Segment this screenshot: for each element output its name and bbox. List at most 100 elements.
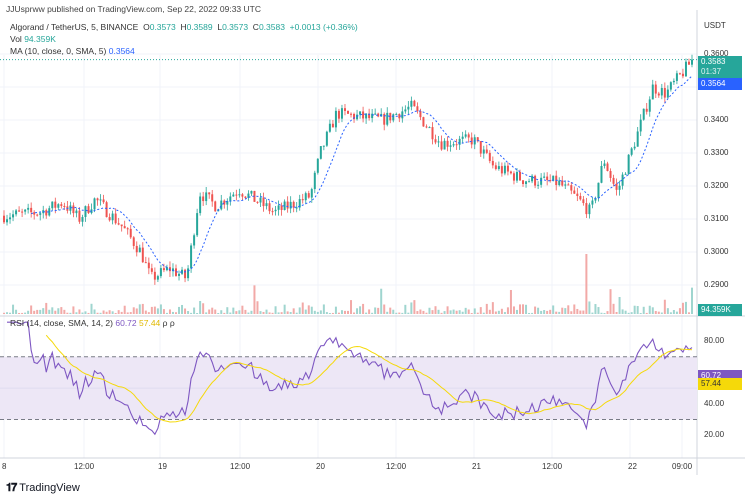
candle-body (78, 210, 81, 222)
volume-bar (202, 303, 205, 314)
price-tick: 0.3400 (704, 115, 729, 124)
ma-legend[interactable]: MA (10, close, 0, SMA, 5) 0.3564 (10, 46, 135, 56)
candle-body (446, 140, 449, 147)
candle-body (449, 145, 452, 147)
last-price: 0.3583 (701, 57, 726, 66)
candle-body (193, 235, 196, 246)
candle-body (624, 173, 627, 175)
candle-body (286, 201, 289, 209)
candle-body (500, 166, 503, 174)
candle-body (72, 205, 75, 214)
candle-body (60, 204, 63, 206)
volume-bar (90, 303, 93, 314)
volume-bar (561, 307, 564, 314)
candle-body (265, 203, 268, 207)
candle-body (470, 137, 473, 145)
candle-body (543, 176, 546, 178)
volume-bar (675, 311, 678, 314)
volume-bar (343, 310, 346, 314)
volume-bar (57, 308, 60, 314)
volume-bar (615, 312, 618, 314)
low-value: 0.3573 (222, 22, 249, 32)
volume-bar (350, 300, 353, 314)
volume-bar (528, 312, 531, 314)
candle-body (564, 184, 567, 186)
volume-bar (651, 307, 654, 314)
candle-body (494, 165, 497, 169)
candle-body (220, 200, 223, 210)
ma-label: MA (10, close, 0, SMA, 5) (10, 46, 107, 56)
candle-body (132, 237, 135, 246)
volume-bar (96, 312, 99, 314)
volume-bar (328, 312, 331, 314)
candle-body (211, 194, 214, 202)
bar-countdown: 01:37 (701, 67, 722, 76)
volume-bar (93, 309, 96, 314)
volume-bar (27, 310, 30, 314)
candle-body (660, 87, 663, 96)
candle-body (567, 184, 570, 186)
chart-canvas[interactable] (0, 0, 745, 500)
candle-body (431, 127, 434, 140)
candle-body (153, 271, 156, 280)
volume-bar (503, 312, 506, 314)
volume-bar (208, 309, 211, 314)
candle-body (331, 123, 334, 128)
volume-bar (380, 288, 383, 314)
candle-body (627, 154, 630, 174)
candle-body (337, 110, 340, 119)
candle-body (678, 73, 681, 75)
price-tick: 0.3100 (704, 214, 729, 223)
candle-body (522, 180, 525, 185)
volume-bar (365, 312, 368, 314)
volume-bar (525, 304, 528, 314)
candle-body (663, 87, 666, 98)
volume-bar (42, 308, 45, 314)
volume-bar (147, 312, 150, 314)
volume-bar (410, 302, 413, 314)
volume-bar (666, 308, 669, 314)
volume-bar (446, 306, 449, 314)
volume-bar (413, 300, 416, 314)
candle-body (313, 172, 316, 190)
rsi-value: 60.72 (115, 318, 137, 328)
volume-bar (691, 287, 693, 314)
volume-bar (265, 309, 268, 314)
candle-body (117, 223, 120, 225)
time-tick: 19 (158, 462, 167, 471)
volume-bar (117, 310, 120, 314)
candle-body (129, 228, 132, 238)
symbol-name[interactable]: Algorand / TetherUS, 5, BINANCE (10, 22, 138, 32)
candle-body (573, 190, 576, 194)
volume-legend[interactable]: Vol 94.359K (10, 34, 56, 44)
volume-bar (362, 303, 365, 314)
volume-bar (310, 306, 313, 314)
candle-body (528, 181, 531, 183)
volume-bar (374, 307, 377, 314)
rsi-legend[interactable]: RSI (14, close, SMA, 14, 2) 60.72 57.44 … (10, 318, 175, 328)
volume-bar (398, 312, 401, 314)
candle-body (651, 84, 654, 100)
volume-bar (316, 311, 319, 314)
candle-body (618, 185, 621, 190)
candle-body (3, 215, 5, 223)
candle-body (443, 140, 446, 150)
rsi-ma-tag: 57.44 (698, 378, 742, 390)
volume-bar (66, 312, 69, 314)
candle-body (156, 276, 159, 280)
volume-bar (407, 312, 410, 314)
volume-bar (519, 304, 521, 314)
volume-bar (353, 312, 356, 314)
tradingview-logo[interactable]: 𝟏𝟕 TradingView (6, 482, 80, 495)
volume-bar (322, 304, 325, 314)
volume-bar (232, 307, 235, 314)
candle-body (531, 175, 534, 182)
candle-body (30, 207, 33, 213)
change-value: +0.0013 (+0.36%) (289, 22, 358, 32)
close-value: 0.3583 (258, 22, 285, 32)
volume-bar (126, 312, 129, 314)
volume-bar (543, 310, 546, 314)
candle-body (235, 194, 238, 196)
volume-bar (6, 312, 9, 314)
candle-body (325, 131, 328, 146)
